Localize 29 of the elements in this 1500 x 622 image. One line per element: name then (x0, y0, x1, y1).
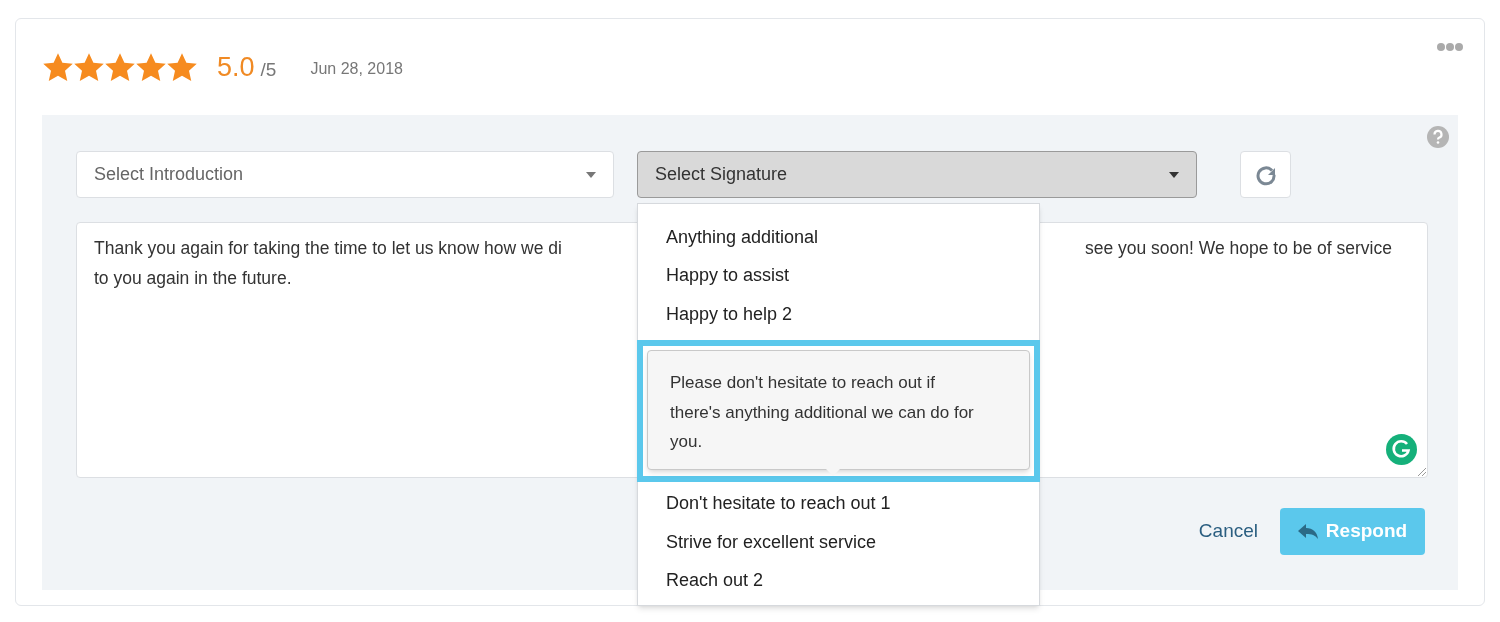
signature-option[interactable]: Strive for excellent service (638, 523, 1039, 562)
help-icon[interactable] (1427, 126, 1449, 148)
response-text: see you soon! We hope to be of service (1084, 237, 1392, 260)
star-icon (136, 52, 166, 82)
more-options-icon[interactable] (1436, 42, 1464, 52)
tooltip-text: Please don't hesitate to reach out if there's anything additional we can do for you. (670, 372, 975, 453)
reply-icon (1297, 523, 1318, 540)
refresh-button[interactable] (1240, 151, 1291, 198)
signature-option[interactable]: Reach out 2 (638, 561, 1039, 600)
signature-option[interactable]: Don't hesitate to reach out 1 (638, 484, 1039, 523)
caret-icon (586, 171, 596, 178)
refresh-icon (1254, 163, 1277, 186)
rating-scale: /5 (260, 57, 277, 82)
signature-option[interactable]: Happy to assist (638, 256, 1039, 295)
cancel-button[interactable]: Cancel (1198, 517, 1258, 546)
star-icon (74, 52, 104, 82)
grammar-check-icon[interactable] (1386, 434, 1417, 465)
response-text: to you again in the future. (94, 268, 292, 288)
signature-option[interactable]: Happy to help 2 (638, 295, 1039, 334)
resize-handle-icon[interactable] (1417, 467, 1426, 476)
review-date: Jun 28, 2018 (310, 59, 403, 79)
signature-select[interactable]: Select Signature (637, 151, 1197, 198)
star-icon (105, 52, 135, 82)
response-text: Thank you again for taking the time to let us know how we di (94, 237, 562, 260)
star-icon (167, 52, 197, 82)
introduction-select[interactable]: Select Introduction (76, 151, 614, 198)
caret-icon (1169, 171, 1179, 178)
rating-score: 5.0 (217, 50, 255, 84)
star-icon (43, 52, 73, 82)
